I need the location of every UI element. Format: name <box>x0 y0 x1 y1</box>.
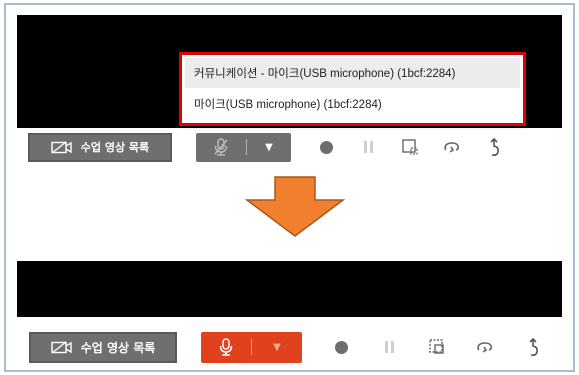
undo-icon <box>490 137 499 156</box>
undo-button[interactable] <box>520 334 546 360</box>
video-off-icon <box>50 340 72 354</box>
loop-icon <box>477 342 493 353</box>
toolbar-before: 수업 영상 목록 ▼ <box>17 125 562 169</box>
class-video-list-label: 수업 영상 목록 <box>80 340 156 355</box>
record-icon <box>319 140 333 154</box>
pause-icon <box>384 341 394 353</box>
loop-icon <box>444 142 460 153</box>
microphone-icon <box>219 338 233 356</box>
mic-device-option[interactable]: 마이크(USB microphone) (1bcf:2284) <box>182 88 523 120</box>
mic-device-dropdown-button[interactable]: ▼ <box>252 332 302 363</box>
pause-button[interactable] <box>376 334 402 360</box>
mic-device-dropdown-button[interactable]: ▼ <box>247 133 291 162</box>
region-select-button[interactable] <box>397 134 423 160</box>
pause-icon <box>363 141 373 153</box>
undo-icon <box>529 337 538 356</box>
undo-button[interactable] <box>481 134 507 160</box>
pause-button[interactable] <box>355 134 381 160</box>
arrow-down-icon <box>245 176 345 237</box>
record-icon <box>334 340 348 354</box>
video-off-icon <box>51 140 72 154</box>
toolbar-after: 수업 영상 목록 ▼ <box>17 325 562 369</box>
region-select-icon <box>429 339 444 354</box>
record-button[interactable] <box>313 134 339 160</box>
caret-down-icon: ▼ <box>265 141 273 153</box>
mic-control-group: ▼ <box>201 331 302 363</box>
caret-down-icon: ▼ <box>273 341 281 353</box>
class-video-list-button[interactable]: 수업 영상 목록 <box>28 132 172 162</box>
record-button[interactable] <box>328 334 354 360</box>
microphone-muted-icon <box>214 138 228 156</box>
region-select-button[interactable] <box>424 334 450 360</box>
video-preview-after <box>17 261 562 317</box>
mic-device-option[interactable]: 커뮤니케이션 - 마이크(USB microphone) (1bcf:2284) <box>185 58 520 88</box>
mic-toggle-button[interactable] <box>201 332 251 363</box>
class-video-list-label: 수업 영상 목록 <box>80 141 150 154</box>
mic-toggle-button[interactable] <box>196 133 246 162</box>
class-video-list-button[interactable]: 수업 영상 목록 <box>29 331 177 363</box>
mic-control-group: ▼ <box>196 132 291 162</box>
loop-button[interactable] <box>439 134 465 160</box>
mic-device-dropdown: 커뮤니케이션 - 마이크(USB microphone) (1bcf:2284)… <box>179 52 526 126</box>
loop-button[interactable] <box>472 334 498 360</box>
region-select-icon <box>402 139 418 155</box>
